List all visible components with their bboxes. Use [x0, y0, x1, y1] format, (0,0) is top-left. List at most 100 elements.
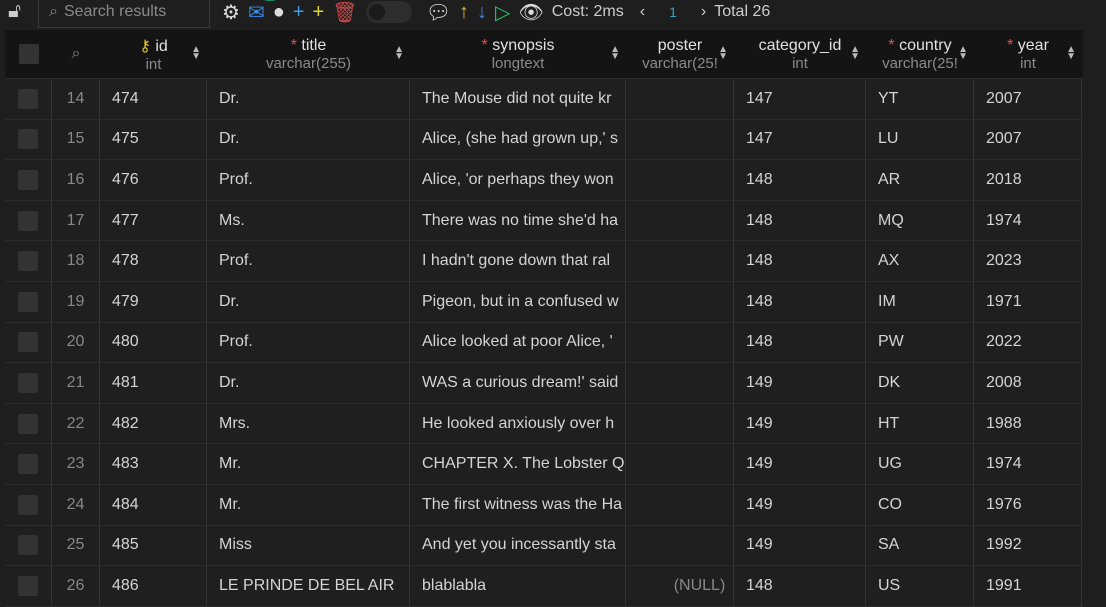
cell[interactable]: 1988: [974, 403, 1082, 444]
trash-icon[interactable]: 🗑︎: [332, 0, 357, 25]
add-column-icon[interactable]: +: [312, 1, 324, 24]
cell[interactable]: [626, 281, 734, 322]
cell[interactable]: 2018: [974, 160, 1082, 200]
cell[interactable]: Mr.: [207, 444, 410, 484]
row-checkbox[interactable]: [5, 241, 52, 281]
cell[interactable]: Dr.: [207, 363, 410, 403]
page-number[interactable]: 1: [669, 4, 677, 20]
cell[interactable]: He looked anxiously over h: [410, 403, 626, 444]
cell[interactable]: CHAPTER X. The Lobster Qu: [410, 444, 626, 484]
table-row[interactable]: 17 477 Ms. There was no time she'd ha 148 MQ 1…: [5, 200, 1083, 242]
row-checkbox[interactable]: [5, 403, 52, 444]
row-checkbox[interactable]: [5, 160, 52, 200]
cell[interactable]: 2007: [974, 119, 1082, 160]
cell[interactable]: Alice looked at poor Alice, ': [410, 322, 626, 363]
cell[interactable]: 484: [100, 484, 207, 525]
cell[interactable]: CO: [866, 484, 974, 525]
cell[interactable]: [626, 200, 734, 241]
cell[interactable]: The Mouse did not quite kr: [410, 79, 626, 119]
cell[interactable]: [626, 322, 734, 363]
prev-page-icon[interactable]: ‹: [640, 3, 645, 21]
cell[interactable]: Pigeon, but in a confused w: [410, 281, 626, 322]
cell[interactable]: [626, 363, 734, 403]
cell[interactable]: AX: [866, 241, 974, 281]
cell[interactable]: 1974: [974, 200, 1082, 241]
cell[interactable]: [626, 241, 734, 281]
toggle-switch[interactable]: [365, 1, 412, 23]
cell[interactable]: Alice, (she had grown up,' s: [410, 119, 626, 160]
row-checkbox[interactable]: [5, 322, 52, 363]
cell[interactable]: US: [866, 566, 974, 606]
cell[interactable]: blablabla: [410, 566, 626, 606]
table-row[interactable]: 22 482 Mrs. He looked anxiously over h 149 HT…: [5, 403, 1083, 445]
comment-icon[interactable]: 💬︎: [426, 0, 451, 25]
sort-icon[interactable]: ▲ ▼: [1066, 45, 1076, 62]
cell[interactable]: 474: [100, 79, 207, 119]
cell[interactable]: [626, 403, 734, 444]
table-row[interactable]: 20 480 Prof. Alice looked at poor Alice, ' 1…: [5, 322, 1083, 364]
cell[interactable]: [626, 79, 734, 119]
cell[interactable]: YT: [866, 79, 974, 119]
cell[interactable]: MQ: [866, 200, 974, 241]
cell[interactable]: 148: [734, 241, 866, 281]
cell[interactable]: 1971: [974, 281, 1082, 322]
cell[interactable]: 148: [734, 200, 866, 241]
cell[interactable]: 478: [100, 241, 207, 281]
row-checkbox[interactable]: [5, 119, 52, 160]
cell[interactable]: LU: [866, 119, 974, 160]
cell[interactable]: Dr.: [207, 281, 410, 322]
gear-icon[interactable]: ⚙: [222, 0, 240, 25]
cell[interactable]: (NULL): [626, 566, 734, 606]
cell[interactable]: 149: [734, 444, 866, 484]
table-row[interactable]: 23 483 Mr. CHAPTER X. The Lobster Qu 149 UG 19…: [5, 444, 1083, 485]
cell[interactable]: DK: [866, 363, 974, 403]
cell[interactable]: Dr.: [207, 79, 410, 119]
cell[interactable]: HT: [866, 403, 974, 444]
cell[interactable]: 149: [734, 403, 866, 444]
table-row[interactable]: 19 479 Dr. Pigeon, but in a confused w 148 IM…: [5, 281, 1083, 323]
row-checkbox[interactable]: [5, 444, 52, 484]
cell[interactable]: 483: [100, 444, 207, 484]
cell[interactable]: 2023: [974, 241, 1082, 281]
cell[interactable]: 149: [734, 525, 866, 566]
search-input[interactable]: ⌕ Search results: [38, 0, 210, 28]
cell[interactable]: AR: [866, 160, 974, 200]
cell[interactable]: 2022: [974, 322, 1082, 363]
table-row[interactable]: 14 474 Dr. The Mouse did not quite kr 147 YT 2…: [5, 79, 1083, 120]
cell[interactable]: LE PRINDE DE BEL AIR: [207, 566, 410, 606]
cell[interactable]: [626, 525, 734, 566]
cell[interactable]: 479: [100, 281, 207, 322]
cell[interactable]: 482: [100, 403, 207, 444]
cell[interactable]: 1992: [974, 525, 1082, 566]
cell[interactable]: PW: [866, 322, 974, 363]
table-row[interactable]: 24 484 Mr. The first witness was the Ha 149 C…: [5, 484, 1083, 526]
table-row[interactable]: 18 478 Prof. I hadn't gone down that ral 148…: [5, 241, 1083, 282]
column-header-category_id[interactable]: category_id int ▲ ▼: [734, 30, 866, 78]
cell[interactable]: SA: [866, 525, 974, 566]
run-icon[interactable]: ▷: [495, 0, 510, 25]
table-row[interactable]: 21 481 Dr. WAS a curious dream!' said 149 DK 2…: [5, 363, 1083, 404]
add-row-icon[interactable]: +: [293, 1, 305, 24]
cell[interactable]: 485: [100, 525, 207, 566]
column-header-poster[interactable]: poster varchar(25! ▲ ▼: [626, 30, 734, 78]
lock-icon[interactable]: 🔓︎: [8, 0, 21, 23]
cell[interactable]: And yet you incessantly sta: [410, 525, 626, 566]
cell[interactable]: 2007: [974, 79, 1082, 119]
cell[interactable]: 1976: [974, 484, 1082, 525]
cell[interactable]: 2008: [974, 363, 1082, 403]
cell[interactable]: Mr.: [207, 484, 410, 525]
cell[interactable]: IM: [866, 281, 974, 322]
arrow-up-icon[interactable]: ↑: [459, 1, 469, 24]
cell[interactable]: Prof.: [207, 241, 410, 281]
cell[interactable]: Mrs.: [207, 403, 410, 444]
cell[interactable]: [626, 119, 734, 160]
cell[interactable]: Ms.: [207, 200, 410, 241]
cell[interactable]: UG: [866, 444, 974, 484]
sort-icon[interactable]: ▲ ▼: [610, 45, 620, 62]
cell[interactable]: 480: [100, 322, 207, 363]
row-checkbox[interactable]: [5, 484, 52, 525]
next-page-icon[interactable]: ›: [701, 3, 706, 21]
cell[interactable]: Prof.: [207, 322, 410, 363]
cell[interactable]: I hadn't gone down that ral: [410, 241, 626, 281]
row-checkbox[interactable]: [5, 363, 52, 403]
